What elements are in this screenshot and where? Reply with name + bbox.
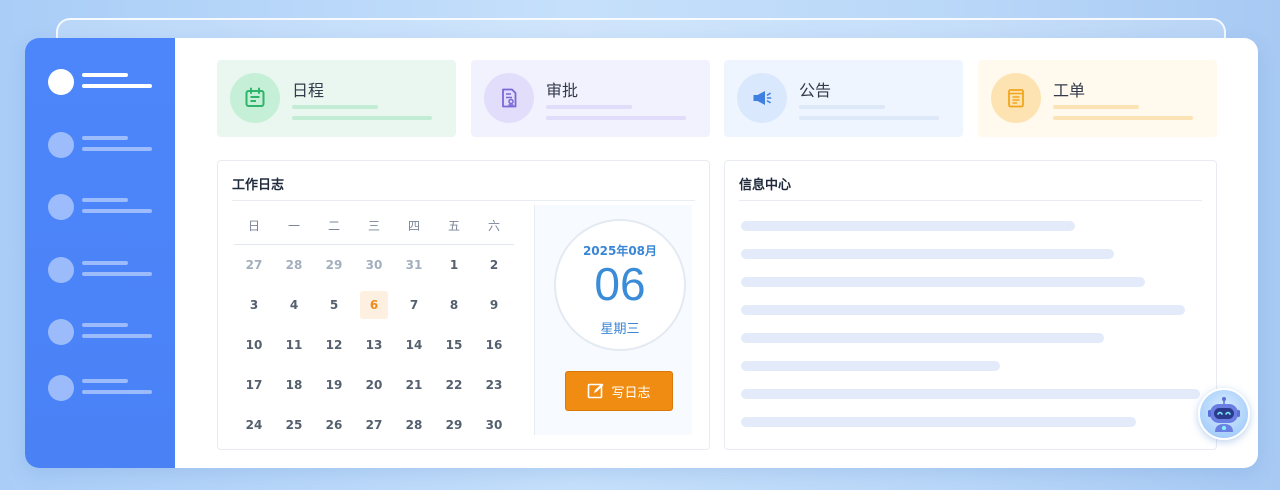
sidebar-item-icon <box>48 69 74 95</box>
calendar-day[interactable]: 30 <box>480 411 508 439</box>
weekday: 星期三 <box>600 322 640 337</box>
robot-icon <box>1208 397 1240 432</box>
weekday-header: 三 <box>367 219 380 233</box>
sidebar-item-icon <box>48 319 74 345</box>
calendar-day[interactable]: 22 <box>440 371 468 399</box>
approval-icon <box>484 73 534 123</box>
placeholder-line <box>741 389 1200 399</box>
day-number: 06 <box>594 258 646 310</box>
calendar-day[interactable]: 1 <box>440 251 468 279</box>
placeholder-line <box>741 277 1145 287</box>
sidebar <box>25 38 175 468</box>
date-display: 2025年08月 06 星期三 写日志 <box>534 205 692 435</box>
calendar-day[interactable]: 25 <box>280 411 308 439</box>
calendar-day[interactable]: 12 <box>320 331 348 359</box>
calendar-day[interactable]: 15 <box>440 331 468 359</box>
assistant-robot-button[interactable] <box>1198 388 1250 440</box>
weekday-header: 二 <box>327 219 340 233</box>
calendar-day[interactable]: 11 <box>280 331 308 359</box>
sidebar-item-icon <box>48 375 74 401</box>
calendar-day[interactable]: 14 <box>400 331 428 359</box>
calendar-day[interactable]: 26 <box>320 411 348 439</box>
placeholder-line <box>741 361 1000 371</box>
edit-icon <box>588 383 604 399</box>
calendar-icon <box>230 73 280 123</box>
calendar-day[interactable]: 28 <box>280 251 308 279</box>
calendar-day[interactable]: 27 <box>360 411 388 439</box>
sidebar-item-4[interactable] <box>48 257 158 285</box>
card-schedule[interactable]: 日程 <box>217 60 456 137</box>
sidebar-item-icon <box>48 257 74 283</box>
calendar-day-today[interactable]: 6 <box>360 291 388 319</box>
calendar-day[interactable]: 23 <box>480 371 508 399</box>
sidebar-item-1[interactable] <box>48 69 158 97</box>
calendar-day[interactable]: 3 <box>240 291 268 319</box>
card-notice[interactable]: 公告 <box>724 60 963 137</box>
sidebar-item-5[interactable] <box>48 319 158 347</box>
calendar-day[interactable]: 18 <box>280 371 308 399</box>
card-approval[interactable]: 审批 <box>471 60 710 137</box>
work-log-title: 工作日志 <box>232 178 285 193</box>
sidebar-item-3[interactable] <box>48 194 158 222</box>
calendar-day[interactable]: 8 <box>440 291 468 319</box>
calendar-day[interactable]: 29 <box>320 251 348 279</box>
card-title: 审批 <box>546 81 579 100</box>
weekday-header: 一 <box>287 219 300 233</box>
card-ticket[interactable]: 工单 <box>978 60 1217 137</box>
calendar-day[interactable]: 17 <box>240 371 268 399</box>
write-log-button[interactable]: 写日志 <box>565 371 673 411</box>
calendar-day[interactable]: 2 <box>480 251 508 279</box>
placeholder-line <box>741 221 1075 231</box>
weekday-header: 五 <box>447 219 460 233</box>
calendar-day[interactable]: 4 <box>280 291 308 319</box>
calendar-day[interactable]: 30 <box>360 251 388 279</box>
date-circle: 2025年08月 06 星期三 <box>554 219 686 351</box>
calendar-day[interactable]: 19 <box>320 371 348 399</box>
info-center-panel: 信息中心 <box>724 160 1217 450</box>
calendar-day[interactable]: 9 <box>480 291 508 319</box>
calendar-day[interactable]: 21 <box>400 371 428 399</box>
sidebar-item-2[interactable] <box>48 132 158 160</box>
sidebar-item-icon <box>48 132 74 158</box>
calendar-day[interactable]: 13 <box>360 331 388 359</box>
calendar-day[interactable]: 29 <box>440 411 468 439</box>
app-window: 日程 审批 公告 工单 工作日志 日 一 二 三 四 五 六 27 28 29 … <box>25 38 1258 468</box>
calendar-day[interactable]: 10 <box>240 331 268 359</box>
work-log-panel: 工作日志 日一二三四五六 27 28 29 30 31 1 2 3 4 5 6 7 8 9 10 11 12 13 1… <box>217 160 710 450</box>
placeholder-line <box>741 417 1136 427</box>
placeholder-line <box>741 333 1104 343</box>
calendar-day[interactable]: 20 <box>360 371 388 399</box>
sidebar-item-6[interactable] <box>48 375 158 403</box>
card-title: 公告 <box>799 81 832 100</box>
weekday-header: 四 <box>407 219 420 233</box>
calendar-day[interactable]: 5 <box>320 291 348 319</box>
placeholder-line <box>741 305 1185 315</box>
sidebar-item-icon <box>48 194 74 220</box>
weekday-header: 六 <box>487 219 500 233</box>
calendar-day[interactable]: 24 <box>240 411 268 439</box>
card-title: 工单 <box>1053 81 1086 100</box>
info-center-title: 信息中心 <box>739 178 792 193</box>
calendar-day[interactable]: 28 <box>400 411 428 439</box>
weekday-header: 日 <box>247 219 260 233</box>
calendar-day[interactable]: 16 <box>480 331 508 359</box>
calendar-day[interactable]: 7 <box>400 291 428 319</box>
megaphone-icon <box>737 73 787 123</box>
card-title: 日程 <box>292 81 325 100</box>
calendar-day[interactable]: 31 <box>400 251 428 279</box>
ticket-icon <box>991 73 1041 123</box>
placeholder-line <box>741 249 1114 259</box>
write-log-label: 写日志 <box>611 385 651 401</box>
calendar-day[interactable]: 27 <box>240 251 268 279</box>
